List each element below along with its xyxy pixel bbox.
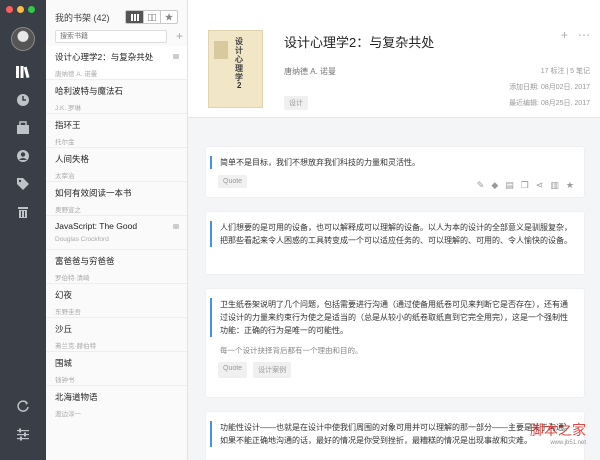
quote-card[interactable]: 人们想要的是可用的设备，也可以解释成可以理解的设备。以人为本的设计的全部意义是驯… xyxy=(206,212,584,274)
book-title: 哈利波特与魔法石 xyxy=(55,86,124,96)
cover-title: 设计心理学 xyxy=(235,37,243,82)
cover-illustration xyxy=(214,41,228,59)
book-author: Douglas Crockford xyxy=(55,236,109,243)
more-options-icon[interactable]: ⋯ xyxy=(578,28,590,42)
book-list-item[interactable]: 围城 钱钟书 xyxy=(46,352,187,386)
book-search-input[interactable] xyxy=(55,30,167,43)
shelf-header: 我的书架 (42) xyxy=(55,9,181,25)
quote-text: 卫生纸卷架说明了几个问题，包括需要进行沟通（通过使备用纸卷可见来判断它是否存在）… xyxy=(206,289,584,337)
quote-tag[interactable]: 设计案例 xyxy=(253,362,292,378)
quote-tools: ✎ ◆ ▤ ❐ ⋖ ▥ ★ xyxy=(477,180,574,191)
watermark-url: www.jb51.net xyxy=(550,440,586,446)
book-author: 奥野宣之 xyxy=(55,207,81,214)
book-title: 如何有效阅读一本书 xyxy=(55,188,132,198)
avatar[interactable] xyxy=(11,27,35,51)
book-list-item[interactable]: 哈利波特与魔法石 J.K. 罗琳 xyxy=(46,80,187,114)
book-title: 指环王 xyxy=(55,120,81,130)
add-note-icon[interactable]: + xyxy=(561,28,568,42)
minimize-window-button[interactable] xyxy=(17,6,24,13)
book-cover: 设计心理学 2 xyxy=(208,30,263,108)
added-date: 添加日期: 08月02日, 2017 xyxy=(509,84,590,91)
book-author: 弗兰克·赫伯特 xyxy=(55,343,97,350)
book-list: 设计心理学2：与复杂共处 唐纳德 A. 诺曼 哈利波特与魔法石 J.K. 罗琳 … xyxy=(46,46,187,420)
star-view-icon[interactable] xyxy=(160,11,177,23)
nav-rail xyxy=(0,0,46,460)
quote-text: 人们想要的是可用的设备，也可以解释成可以理解的设备。以人为本的设计的全部意义是驯… xyxy=(206,212,584,247)
quote-card[interactable]: 卫生纸卷架说明了几个问题，包括需要进行沟通（通过使备用纸卷可见来判断它是否存在）… xyxy=(206,289,584,397)
bag-icon[interactable] xyxy=(13,118,33,138)
updated-date: 最近编辑: 08月25日, 2017 xyxy=(509,100,590,107)
star-icon[interactable]: ★ xyxy=(566,180,574,191)
share-icon[interactable]: ⋖ xyxy=(536,180,544,191)
edit-icon[interactable]: ✎ xyxy=(477,180,485,191)
book-list-item[interactable]: 沙丘 弗兰克·赫伯特 xyxy=(46,318,187,352)
trash-icon[interactable] xyxy=(13,202,33,222)
book-list-panel: 我的书架 (42) + 设计心理学2：与复杂共处 唐纳德 A. 诺曼 哈利波特与… xyxy=(46,0,188,460)
book-list-item[interactable]: 富爸爸与穷爸爸 罗伯特·清崎 xyxy=(46,250,187,284)
book-title: 北海道物语 xyxy=(55,392,98,402)
book-view-icon[interactable] xyxy=(143,11,160,23)
copy-icon[interactable]: ❐ xyxy=(521,180,529,191)
book-author: 唐纳德 A. 诺曼 xyxy=(55,71,98,78)
book-title: 幻夜 xyxy=(55,290,73,300)
quote-text: 简单不是目标，我们不想放弃我们科技的力量和灵活性。 xyxy=(206,147,584,169)
book-title: JavaScript: The Good xyxy=(55,221,138,231)
quote-tag[interactable]: Quote xyxy=(218,362,248,378)
quote-text: 功能性设计——也就是在设计中使我们周围的对象可用并可以理解的那一部分——主要是关… xyxy=(206,412,584,447)
delete-icon[interactable]: ▥ xyxy=(550,180,559,191)
quote-note: 每一个设计抉择背后都有一个理由和目的。 xyxy=(220,346,363,355)
book-title: 围城 xyxy=(55,358,73,368)
tag-icon[interactable] xyxy=(13,174,33,194)
watermark: 脚本之家 www.jb51.net xyxy=(530,420,586,446)
book-author-name: 唐纳德 A. 诺曼 xyxy=(284,67,337,76)
note-icon xyxy=(173,54,179,59)
book-title: 沙丘 xyxy=(55,324,73,334)
book-tag[interactable]: 设计 xyxy=(284,96,308,110)
sync-icon[interactable] xyxy=(13,396,33,416)
book-author: 渡边淳一 xyxy=(55,411,81,418)
book-list-item[interactable]: JavaScript: The Good Douglas Crockford xyxy=(46,216,187,250)
shelf-title: 我的书架 (42) xyxy=(55,12,110,23)
close-window-button[interactable] xyxy=(6,6,13,13)
annotation-counts: 17 标注 | 5 笔记 xyxy=(540,68,590,75)
book-title-heading: 设计心理学2：与复杂共处 xyxy=(284,35,435,50)
add-book-icon[interactable]: + xyxy=(176,29,183,43)
book-author: J.K. 罗琳 xyxy=(55,105,82,112)
library-icon[interactable] xyxy=(13,62,33,82)
settings-sliders-icon[interactable] xyxy=(13,424,33,444)
comment-icon[interactable]: ▤ xyxy=(505,180,514,191)
quote-card[interactable]: 简单不是目标，我们不想放弃我们科技的力量和灵活性。 Quote ✎ ◆ ▤ ❐ … xyxy=(206,147,584,197)
book-list-item[interactable]: 北海道物语 渡边淳一 xyxy=(46,386,187,420)
watermark-text: 脚本之家 xyxy=(530,423,586,439)
header-actions: + ⋯ xyxy=(561,28,590,42)
quote-card[interactable]: 功能性设计——也就是在设计中使我们周围的对象可用并可以理解的那一部分——主要是关… xyxy=(206,412,584,460)
shelf-view-icon[interactable] xyxy=(126,11,143,23)
zoom-window-button[interactable] xyxy=(28,6,35,13)
note-icon xyxy=(173,224,179,229)
book-author: 钱钟书 xyxy=(55,377,75,384)
window-controls xyxy=(6,6,35,13)
book-title: 富爸爸与穷爸爸 xyxy=(55,256,115,266)
quote-tag[interactable]: Quote xyxy=(218,175,248,188)
cover-number: 2 xyxy=(237,81,242,90)
book-author: 太宰治 xyxy=(55,173,75,180)
book-title: 设计心理学2：与复杂共处 xyxy=(55,52,154,62)
quote-tags: Quote 设计案例 xyxy=(206,356,584,378)
book-title: 人间失格 xyxy=(55,154,90,164)
clock-icon[interactable] xyxy=(13,90,33,110)
book-list-item[interactable]: 幻夜 东野圭吾 xyxy=(46,284,187,318)
book-list-item[interactable]: 设计心理学2：与复杂共处 唐纳德 A. 诺曼 xyxy=(46,46,187,80)
book-author: 罗伯特·清崎 xyxy=(55,275,90,282)
view-switcher xyxy=(125,10,178,24)
book-list-item[interactable]: 人间失格 太宰治 xyxy=(46,148,187,182)
book-list-item[interactable]: 如何有效阅读一本书 奥野宣之 xyxy=(46,182,187,216)
book-author: 东野圭吾 xyxy=(55,309,81,316)
book-detail: 设计心理学 2 设计心理学2：与复杂共处 唐纳德 A. 诺曼 设计 + ⋯ 17… xyxy=(188,0,600,460)
tag-icon[interactable]: ◆ xyxy=(491,180,498,191)
book-author: 托尔金 xyxy=(55,139,75,146)
app-window: 我的书架 (42) + 设计心理学2：与复杂共处 唐纳德 A. 诺曼 哈利波特与… xyxy=(0,0,600,460)
book-header: 设计心理学 2 设计心理学2：与复杂共处 唐纳德 A. 诺曼 设计 + ⋯ 17… xyxy=(188,0,600,118)
book-list-item[interactable]: 指环王 托尔金 xyxy=(46,114,187,148)
user-icon[interactable] xyxy=(13,146,33,166)
